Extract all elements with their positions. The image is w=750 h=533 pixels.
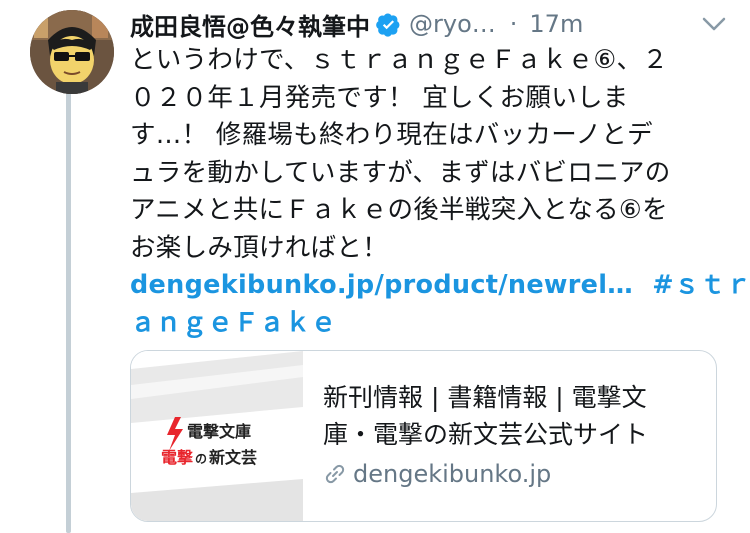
logo-text-no: の <box>195 452 207 466</box>
hashtag-link[interactable]: #ｓｔｒ <box>652 270 750 300</box>
tweet-text-line: お楽しみ頂ければと！ <box>130 232 389 263</box>
tweet-text-line: というわけで、ｓｔｒａｎｇｅＦａｋｅ⑥、２ <box>130 45 669 75</box>
tweet-header: 成田良悟@色々執筆中 @ryo… · 17m <box>130 4 730 44</box>
tweet-text-line: ０２０年１月発売です！ 宜しくお願いしま <box>130 82 629 113</box>
display-name[interactable]: 成田良悟@色々執筆中 <box>130 7 370 42</box>
link-preview-card[interactable]: 電撃文庫 電撃 の 新文芸 新刊情報 | 書籍情報 | 電撃文 庫・電撃の新文芸… <box>130 350 717 522</box>
tweet-text-line: アニメと共にＦａｋｅの後半戦突入となる⑥を <box>130 195 668 225</box>
link-line: ａｎｇｅＦａｋｅ <box>130 305 725 343</box>
link-icon <box>323 462 347 486</box>
tweet-text-line: す…！ 修羅場も終わり現在はバッカーノとデ <box>130 120 653 150</box>
tweet-link[interactable]: dengekibunko.jp/product/newrel… <box>130 270 633 300</box>
tweet-text: というわけで、ｓｔｒａｎｇｅＦａｋｅ⑥、２ ０２０年１月発売です！ 宜しくお願い… <box>130 42 750 343</box>
timestamp[interactable]: 17m <box>529 10 583 38</box>
thread-line <box>66 92 71 533</box>
hashtag-link-continued[interactable]: ａｎｇｅＦａｋｅ <box>130 308 336 338</box>
logo-text-shinbungei: 新文芸 <box>209 448 257 467</box>
verified-badge-icon <box>376 12 401 37</box>
card-title: 新刊情報 | 書籍情報 | 電撃文 庫・電撃の新文芸公式サイト <box>323 379 703 453</box>
card-image: 電撃文庫 電撃 の 新文芸 <box>131 351 303 521</box>
user-handle[interactable]: @ryo… <box>409 10 496 38</box>
avatar[interactable] <box>30 10 114 94</box>
tweet-text-line: ュラを動かしていますが、まずはバビロニアの <box>130 157 671 188</box>
logo-text-dengeki: 電撃 <box>161 448 193 467</box>
card-title-line: 新刊情報 | 書籍情報 | 電撃文 <box>323 383 647 412</box>
chevron-down-icon[interactable] <box>700 12 728 36</box>
card-url: dengekibunko.jp <box>323 456 551 492</box>
dengeki-logo-image: 電撃文庫 電撃 の 新文芸 <box>131 351 303 521</box>
card-title-line: 庫・電撃の新文芸公式サイト <box>323 420 649 449</box>
avatar-illustration <box>30 10 114 94</box>
card-url-text: dengekibunko.jp <box>353 460 552 488</box>
link-line: dengekibunko.jp/product/newrel… #ｓｔｒ <box>130 267 750 305</box>
separator-dot: · <box>509 10 518 38</box>
logo-text-line1: 電撃文庫 <box>187 422 251 441</box>
